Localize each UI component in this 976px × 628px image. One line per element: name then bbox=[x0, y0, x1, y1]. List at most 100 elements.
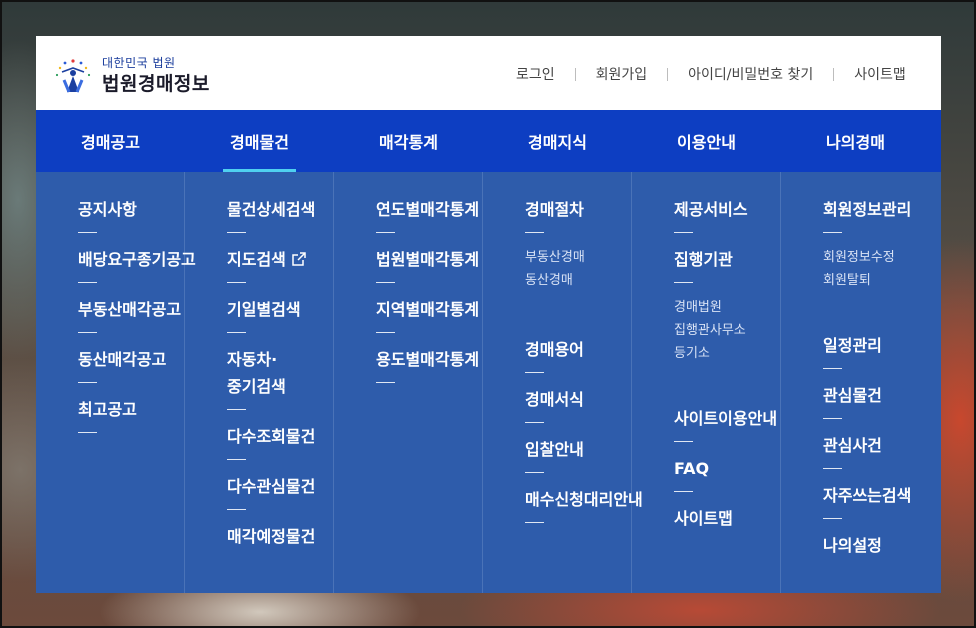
divider bbox=[525, 522, 544, 523]
divider bbox=[376, 282, 395, 283]
menu-item[interactable]: 다수조회물건 bbox=[227, 423, 323, 450]
divider bbox=[227, 332, 246, 333]
menu-item[interactable]: 부동산매각공고 bbox=[78, 296, 181, 323]
divider bbox=[525, 472, 544, 473]
menu-item[interactable]: 연도별매각통계 bbox=[376, 196, 479, 223]
divider bbox=[674, 282, 693, 283]
menu-item[interactable]: 법원별매각통계 bbox=[376, 246, 479, 273]
sitemap-link[interactable]: 사이트맵 bbox=[854, 64, 906, 84]
divider bbox=[227, 509, 246, 510]
submenu: 회원정보수정 회원탈퇴 bbox=[823, 246, 920, 292]
submenu: 경매법원 집행관사무소 등기소 bbox=[674, 296, 770, 365]
menu-item[interactable]: 사이트맵 bbox=[674, 505, 770, 532]
menu-item[interactable]: 제공서비스 bbox=[674, 196, 770, 223]
signup-link[interactable]: 회원가입 bbox=[596, 64, 648, 84]
menu-item[interactable]: 지역별매각통계 bbox=[376, 296, 479, 323]
site-logo[interactable]: 대한민국 법원 법원경매정보 bbox=[52, 50, 232, 96]
submenu-item[interactable]: 동산경매 bbox=[525, 269, 621, 292]
submenu-item[interactable]: 집행관사무소 bbox=[674, 319, 770, 342]
submenu-item[interactable]: 회원탈퇴 bbox=[823, 269, 920, 292]
menu-item[interactable]: 물건상세검색 bbox=[227, 196, 323, 223]
divider bbox=[78, 332, 97, 333]
menu-item[interactable]: 매각예정물건 bbox=[227, 523, 323, 550]
nav-auction-notice[interactable]: 경매공고 bbox=[36, 110, 185, 172]
menu-item-map-search[interactable]: 지도검색 bbox=[227, 246, 323, 273]
divider bbox=[674, 232, 693, 233]
divider bbox=[823, 518, 842, 519]
nav-my-auction[interactable]: 나의경매 bbox=[781, 110, 930, 172]
login-link[interactable]: 로그인 bbox=[516, 64, 555, 84]
submenu-item[interactable]: 경매법원 bbox=[674, 296, 770, 319]
menu-item[interactable]: 최고공고 bbox=[78, 396, 174, 423]
divider bbox=[674, 441, 693, 442]
menu-item[interactable]: 자주쓰는검색 bbox=[823, 482, 920, 509]
divider bbox=[227, 232, 246, 233]
divider bbox=[376, 382, 395, 383]
menu-item[interactable]: 경매절차 bbox=[525, 196, 621, 223]
menu-column-auction-notice: 공지사항 배당요구종기공고 부동산매각공고 동산매각공고 최고공고 bbox=[36, 172, 196, 593]
divider bbox=[525, 372, 544, 373]
submenu-item[interactable]: 등기소 bbox=[674, 342, 770, 365]
menu-item[interactable]: 매수신청대리안내 bbox=[525, 486, 643, 513]
menu-item[interactable]: 동산매각공고 bbox=[78, 346, 174, 373]
divider bbox=[78, 382, 97, 383]
site-panel: 대한민국 법원 법원경매정보 로그인 회원가입 아이디/비밀번호 찾기 사이트맵… bbox=[36, 36, 941, 593]
menu-item[interactable]: 자동차·중기검색 bbox=[227, 346, 323, 400]
nav-auction-knowledge[interactable]: 경매지식 bbox=[483, 110, 632, 172]
separator bbox=[833, 67, 835, 81]
divider bbox=[823, 468, 842, 469]
submenu-item[interactable]: 회원정보수정 bbox=[823, 246, 920, 269]
divider bbox=[376, 332, 395, 333]
menu-item[interactable]: 공지사항 bbox=[78, 196, 174, 223]
divider bbox=[227, 409, 246, 410]
main-nav: 경매공고 경매물건 매각통계 경매지식 이용안내 나의경매 bbox=[36, 110, 941, 172]
menu-item[interactable]: 다수관심물건 bbox=[227, 473, 323, 500]
divider bbox=[823, 418, 842, 419]
submenu-item[interactable]: 부동산경매 bbox=[525, 246, 621, 269]
menu-column-my-auction: 회원정보관리 회원정보수정 회원탈퇴 일정관리 관심물건 관심사건 자주쓰는검색… bbox=[781, 172, 930, 593]
nav-usage-guide[interactable]: 이용안내 bbox=[632, 110, 781, 172]
nav-auction-items[interactable]: 경매물건 bbox=[185, 110, 334, 172]
menu-item[interactable]: 기일별검색 bbox=[227, 296, 323, 323]
divider bbox=[376, 232, 395, 233]
divider bbox=[78, 432, 97, 433]
divider bbox=[674, 491, 693, 492]
menu-item[interactable]: 나의설정 bbox=[823, 532, 920, 559]
menu-item[interactable]: 집행기관 bbox=[674, 246, 770, 273]
find-account-link[interactable]: 아이디/비밀번호 찾기 bbox=[688, 64, 813, 84]
menu-column-auction-knowledge: 경매절차 부동산경매 동산경매 경매용어 경매서식 입찰안내 매수신청대리안내 bbox=[483, 172, 643, 593]
divider bbox=[525, 232, 544, 233]
court-emblem-icon bbox=[55, 59, 91, 93]
menu-item[interactable]: 관심물건 bbox=[823, 382, 920, 409]
menu-item[interactable]: 경매서식 bbox=[525, 386, 621, 413]
menu-item[interactable]: 사이트이용안내 bbox=[674, 405, 777, 432]
menu-column-sale-statistics: 연도별매각통계 법원별매각통계 지역별매각통계 용도별매각통계 bbox=[334, 172, 483, 593]
menu-item[interactable]: 회원정보관리 bbox=[823, 196, 920, 223]
divider bbox=[78, 232, 97, 233]
external-link-icon bbox=[292, 252, 306, 266]
menu-item-label: 지도검색 bbox=[227, 250, 286, 269]
divider bbox=[78, 282, 97, 283]
utility-links: 로그인 회원가입 아이디/비밀번호 찾기 사이트맵 bbox=[516, 64, 941, 84]
menu-item[interactable]: 일정관리 bbox=[823, 332, 920, 359]
divider bbox=[823, 232, 842, 233]
menu-item[interactable]: 입찰안내 bbox=[525, 436, 621, 463]
menu-item[interactable]: 용도별매각통계 bbox=[376, 346, 479, 373]
mega-menu: 공지사항 배당요구종기공고 부동산매각공고 동산매각공고 최고공고 물건상세검색… bbox=[36, 172, 941, 593]
divider bbox=[227, 282, 246, 283]
menu-item[interactable]: FAQ bbox=[674, 455, 770, 482]
submenu: 부동산경매 동산경매 bbox=[525, 246, 621, 292]
menu-item[interactable]: 관심사건 bbox=[823, 432, 920, 459]
divider bbox=[823, 368, 842, 369]
site-header: 대한민국 법원 법원경매정보 로그인 회원가입 아이디/비밀번호 찾기 사이트맵 bbox=[36, 36, 941, 110]
separator bbox=[574, 67, 576, 81]
menu-column-auction-items: 물건상세검색 지도검색 기일별검색 자동차·중기검색 다수조회물건 다수관심물건… bbox=[185, 172, 334, 593]
menu-column-usage-guide: 제공서비스 집행기관 경매법원 집행관사무소 등기소 사이트이용안내 FAQ 사… bbox=[632, 172, 781, 593]
divider bbox=[227, 459, 246, 460]
nav-sale-statistics[interactable]: 매각통계 bbox=[334, 110, 483, 172]
separator bbox=[667, 67, 669, 81]
menu-item[interactable]: 경매용어 bbox=[525, 336, 621, 363]
menu-item[interactable]: 배당요구종기공고 bbox=[78, 246, 196, 273]
logo-title: 법원경매정보 bbox=[102, 73, 210, 95]
divider bbox=[525, 422, 544, 423]
